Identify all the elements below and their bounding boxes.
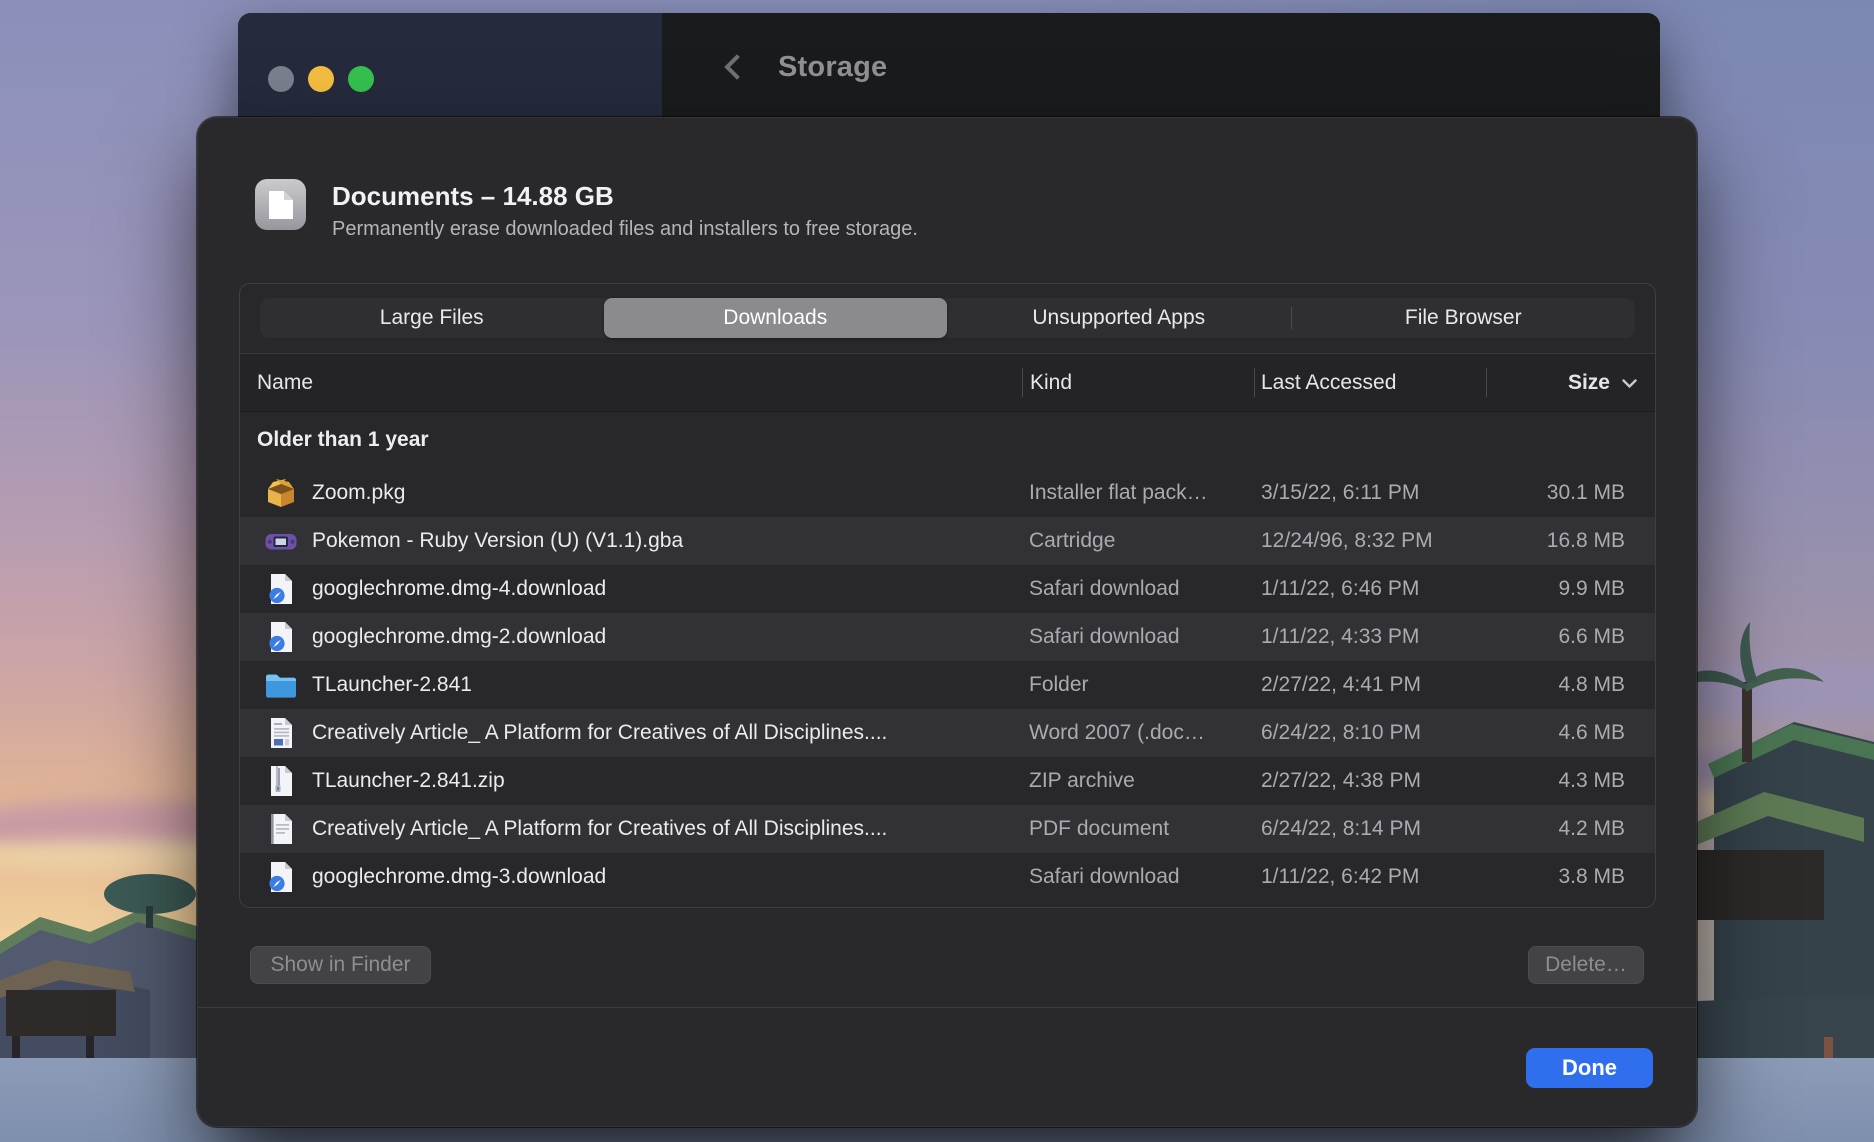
- background-window-title: Storage: [778, 51, 887, 84]
- file-last-accessed: 3/15/22, 6:11 PM: [1261, 481, 1481, 505]
- chevron-left-icon[interactable]: [724, 54, 749, 79]
- file-name: googlechrome.dmg-3.download: [312, 865, 606, 889]
- file-name: TLauncher-2.841.zip: [312, 769, 505, 793]
- downloads-panel: Large FilesDownloadsUnsupported AppsFile…: [239, 283, 1656, 908]
- file-kind: Word 2007 (.doc…: [1029, 721, 1251, 745]
- file-name-cell: googlechrome.dmg-4.download: [264, 572, 1015, 606]
- column-header-kind[interactable]: Kind: [1030, 354, 1072, 411]
- file-size: 9.9 MB: [1558, 577, 1625, 601]
- file-kind: Cartridge: [1029, 529, 1251, 553]
- column-header-size[interactable]: Size: [1568, 354, 1637, 411]
- file-kind: PDF document: [1029, 817, 1251, 841]
- file-size: 6.6 MB: [1558, 625, 1625, 649]
- file-kind: Folder: [1029, 673, 1251, 697]
- table-row[interactable]: googlechrome.dmg-2.download Safari downlo…: [240, 613, 1655, 661]
- storage-documents-dialog: Documents – 14.88 GB Permanently erase d…: [197, 117, 1697, 1127]
- file-last-accessed: 2/27/22, 4:41 PM: [1261, 673, 1481, 697]
- tab-strip: Large FilesDownloadsUnsupported AppsFile…: [240, 284, 1655, 354]
- segmented-control: Large FilesDownloadsUnsupported AppsFile…: [260, 298, 1635, 338]
- file-last-accessed: 1/11/22, 4:33 PM: [1261, 625, 1481, 649]
- safari-download-icon: [264, 572, 298, 606]
- tab-file-browser[interactable]: File Browser: [1292, 298, 1636, 338]
- file-name-cell: Zoom.pkg: [264, 476, 1015, 510]
- close-button[interactable]: [268, 66, 294, 92]
- file-name-cell: Creatively Article_ A Platform for Creat…: [264, 812, 1015, 846]
- table-row[interactable]: TLauncher-2.841.zip ZIP archive 2/27/22, 4…: [240, 757, 1655, 805]
- file-kind: Safari download: [1029, 577, 1251, 601]
- file-name: googlechrome.dmg-2.download: [312, 625, 606, 649]
- show-in-finder-button[interactable]: Show in Finder: [250, 946, 431, 984]
- column-divider: [1254, 368, 1255, 397]
- file-name-cell: Creatively Article_ A Platform for Creat…: [264, 716, 1015, 750]
- dialog-subtitle: Permanently erase downloaded files and i…: [332, 218, 918, 241]
- file-size: 4.3 MB: [1558, 769, 1625, 793]
- column-divider: [1486, 368, 1487, 397]
- file-last-accessed: 2/27/22, 4:38 PM: [1261, 769, 1481, 793]
- file-last-accessed: 1/11/22, 6:46 PM: [1261, 577, 1481, 601]
- table-section-header: Older than 1 year: [240, 411, 1655, 469]
- pdf-icon: [264, 812, 298, 846]
- file-name: Zoom.pkg: [312, 481, 405, 505]
- file-kind: Safari download: [1029, 625, 1251, 649]
- file-name: Pokemon - Ruby Version (U) (V1.1).gba: [312, 529, 683, 553]
- table-header: Name Kind Last Accessed Size: [240, 354, 1655, 412]
- delete-button[interactable]: Delete…: [1528, 946, 1644, 984]
- file-name-cell: googlechrome.dmg-2.download: [264, 620, 1015, 654]
- package-icon: [264, 476, 298, 510]
- file-table: Older than 1 year Zoom.pkg Installer flat…: [240, 411, 1655, 907]
- column-divider: [1022, 368, 1023, 397]
- minimize-button[interactable]: [308, 66, 334, 92]
- file-name-cell: TLauncher-2.841: [264, 668, 1015, 702]
- table-row[interactable]: Pokemon - Ruby Version (U) (V1.1).gba Car…: [240, 517, 1655, 565]
- zoom-button[interactable]: [348, 66, 374, 92]
- footer-divider: [197, 1007, 1697, 1008]
- table-row[interactable]: googlechrome.dmg-3.download Safari downlo…: [240, 853, 1655, 901]
- zip-icon: [264, 764, 298, 798]
- file-kind: Safari download: [1029, 865, 1251, 889]
- background-window-titlebar: Storage: [662, 13, 1660, 121]
- file-name-cell: Pokemon - Ruby Version (U) (V1.1).gba: [264, 524, 1015, 558]
- file-size: 30.1 MB: [1547, 481, 1625, 505]
- file-size: 3.8 MB: [1558, 865, 1625, 889]
- file-last-accessed: 6/24/22, 8:10 PM: [1261, 721, 1481, 745]
- column-header-name[interactable]: Name: [257, 354, 313, 411]
- table-row[interactable]: Zoom.pkg Installer flat pack… 3/15/22, 6:1…: [240, 469, 1655, 517]
- column-header-size-label: Size: [1568, 371, 1610, 395]
- column-header-last-accessed[interactable]: Last Accessed: [1261, 354, 1396, 411]
- document-icon: [255, 179, 306, 230]
- file-name: googlechrome.dmg-4.download: [312, 577, 606, 601]
- table-row[interactable]: Creatively Article_ A Platform for Creat…: [240, 805, 1655, 853]
- file-size: 4.6 MB: [1558, 721, 1625, 745]
- file-name: TLauncher-2.841: [312, 673, 472, 697]
- safari-download-icon: [264, 860, 298, 894]
- file-kind: Installer flat pack…: [1029, 481, 1251, 505]
- safari-download-icon: [264, 620, 298, 654]
- file-size: 16.8 MB: [1547, 529, 1625, 553]
- chevron-down-icon: [1622, 371, 1637, 395]
- file-name: Creatively Article_ A Platform for Creat…: [312, 817, 887, 841]
- file-size: 4.8 MB: [1558, 673, 1625, 697]
- file-last-accessed: 6/24/22, 8:14 PM: [1261, 817, 1481, 841]
- file-name: Creatively Article_ A Platform for Creat…: [312, 721, 887, 745]
- file-name-cell: googlechrome.dmg-3.download: [264, 860, 1015, 894]
- word-doc-icon: [264, 716, 298, 750]
- table-row[interactable]: googlechrome.dmg-4.download Safari downlo…: [240, 565, 1655, 613]
- cartridge-icon: [264, 524, 298, 558]
- file-size: 4.2 MB: [1558, 817, 1625, 841]
- window-controls: [268, 66, 374, 92]
- table-row[interactable]: Creatively Article_ A Platform for Creat…: [240, 709, 1655, 757]
- dialog-title: Documents – 14.88 GB: [332, 181, 614, 212]
- table-row[interactable]: TLauncher-2.841 Folder 2/27/22, 4:41 PM 4.8…: [240, 661, 1655, 709]
- file-last-accessed: 12/24/96, 8:32 PM: [1261, 529, 1481, 553]
- tab-unsupported-apps[interactable]: Unsupported Apps: [947, 298, 1291, 338]
- folder-icon: [264, 668, 298, 702]
- file-name-cell: TLauncher-2.841.zip: [264, 764, 1015, 798]
- section-label: Older than 1 year: [257, 428, 429, 452]
- tab-large-files[interactable]: Large Files: [260, 298, 604, 338]
- tab-downloads[interactable]: Downloads: [604, 298, 948, 338]
- done-button[interactable]: Done: [1526, 1048, 1653, 1088]
- file-last-accessed: 1/11/22, 6:42 PM: [1261, 865, 1481, 889]
- file-kind: ZIP archive: [1029, 769, 1251, 793]
